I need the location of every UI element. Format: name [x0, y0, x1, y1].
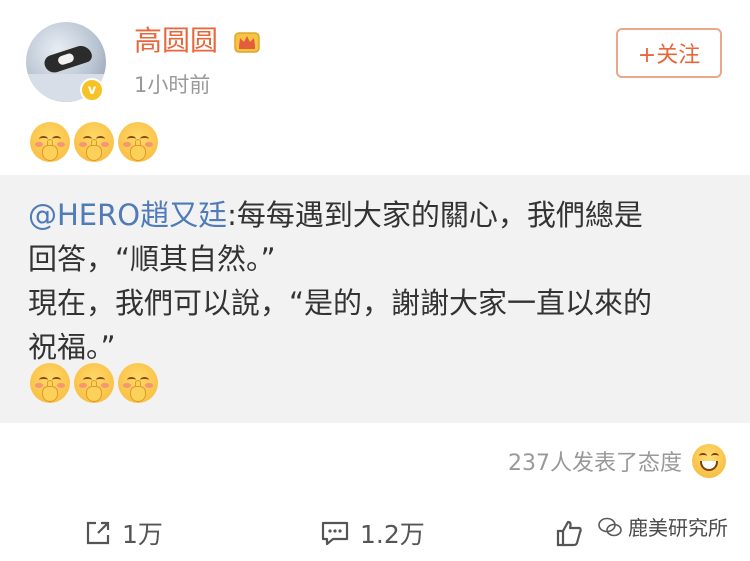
- comment-count: 1.2万: [360, 520, 425, 549]
- reaction-summary[interactable]: 237人发表了态度: [508, 441, 726, 481]
- watermark: 鹿美研究所: [598, 512, 728, 541]
- repost-emoji-row: [30, 363, 158, 403]
- verified-badge-icon: v: [80, 78, 104, 102]
- follow-button[interactable]: +关注: [616, 28, 722, 78]
- hush-icon: [118, 363, 158, 403]
- repost-line-2: 回答，“順其自然。”: [28, 242, 276, 276]
- crown-icon: [234, 32, 260, 53]
- hush-icon: [30, 363, 70, 403]
- hush-icon: [118, 122, 158, 162]
- share-button[interactable]: 1万: [84, 505, 163, 561]
- repost-text: @HERO趙又廷:每每遇到大家的關心，我們總是 回答，“順其自然。” 現在，我們…: [28, 193, 728, 369]
- laugh-icon: [692, 444, 726, 478]
- repost-line-3: 現在，我們可以說，“是的，謝謝大家一直以來的: [28, 286, 653, 320]
- repost-block[interactable]: @HERO趙又廷:每每遇到大家的關心，我們總是 回答，“順其自然。” 現在，我們…: [0, 175, 750, 423]
- wechat-icon: [598, 517, 622, 536]
- repost-line-1: @HERO趙又廷:每每遇到大家的關心，我們總是: [28, 193, 728, 237]
- username[interactable]: 高圆圆: [134, 24, 218, 58]
- post-emoji-row: [30, 122, 158, 162]
- mention-link[interactable]: @HERO趙又廷: [28, 198, 227, 232]
- repost-line-1-text: :每每遇到大家的關心，我們總是: [227, 198, 643, 232]
- like-button[interactable]: [554, 505, 584, 561]
- post-time: 1小时前: [134, 73, 211, 97]
- share-icon: [86, 521, 110, 545]
- hush-icon: [30, 122, 70, 162]
- like-icon: [556, 520, 582, 547]
- avatar-cat: [42, 43, 94, 75]
- watermark-text: 鹿美研究所: [628, 516, 728, 540]
- post-header: v 高圆圆 1小时前 +关注: [0, 0, 750, 175]
- share-count: 1万: [122, 520, 163, 549]
- reaction-count-text: 237人发表了态度: [508, 451, 682, 476]
- comment-icon: [321, 521, 349, 546]
- hush-icon: [74, 363, 114, 403]
- hush-icon: [74, 122, 114, 162]
- comment-button[interactable]: 1.2万: [320, 505, 425, 561]
